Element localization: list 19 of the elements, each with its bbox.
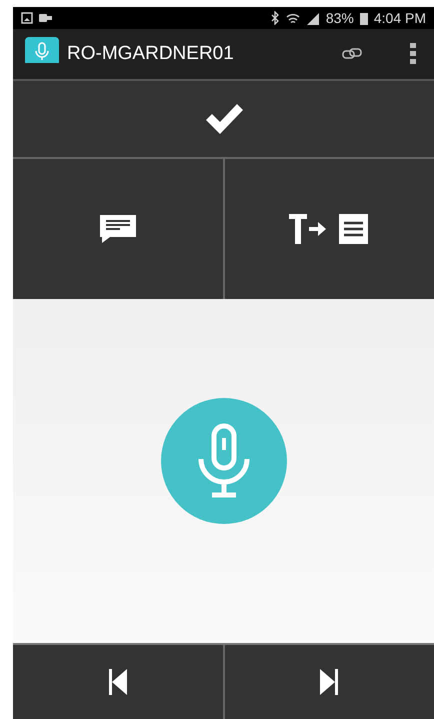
bluetooth-icon — [270, 11, 280, 25]
notification-icon — [39, 13, 52, 23]
overflow-menu-icon[interactable] — [410, 43, 416, 65]
app-logo-icon — [25, 37, 59, 71]
signal-icon — [306, 12, 320, 24]
text-to-document-icon — [289, 214, 370, 244]
link-icon[interactable] — [342, 47, 362, 61]
image-icon — [21, 12, 33, 24]
skip-forward-icon — [319, 669, 340, 695]
battery-icon — [360, 12, 368, 24]
wifi-icon — [286, 12, 300, 24]
app-title: RO-MGARDNER01 — [67, 43, 234, 65]
skip-back-icon — [108, 669, 128, 695]
message-icon — [98, 214, 137, 244]
clock: 4:04 PM — [374, 10, 426, 26]
checkmark-icon — [204, 102, 244, 136]
text-to-document-button[interactable] — [224, 159, 434, 299]
message-button[interactable] — [13, 159, 222, 299]
battery-percentage: 83% — [326, 10, 354, 26]
